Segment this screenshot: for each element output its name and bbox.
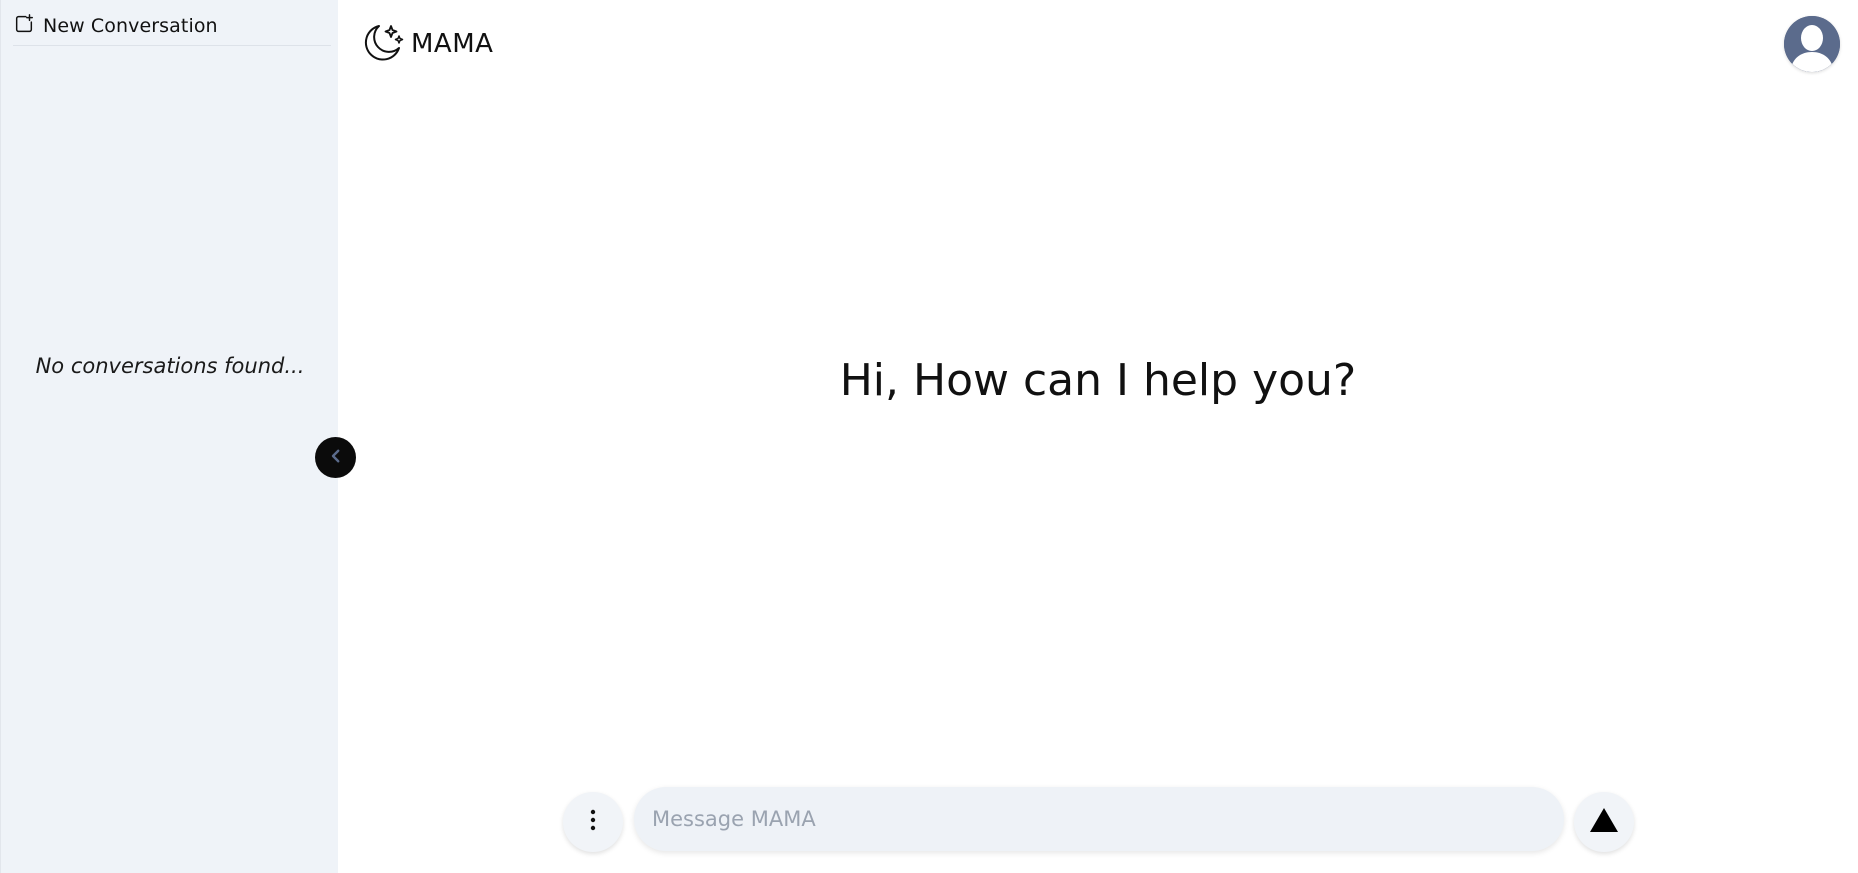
user-avatar-button[interactable] [1784,16,1840,72]
composer-options-button[interactable] [563,792,623,852]
new-conversation-icon [13,13,35,39]
triangle-up-icon [1589,807,1619,837]
app-root: New Conversation No conversations found.… [0,0,1858,873]
collapse-sidebar-button[interactable] [315,437,356,478]
vertical-dots-icon [589,809,597,835]
send-button[interactable] [1574,792,1634,852]
brand-name: MAMA [411,29,494,59]
message-input[interactable] [634,787,1564,851]
moon-sparkle-icon [361,20,405,68]
new-conversation-label: New Conversation [43,14,218,37]
empty-conversations-message: No conversations found... [35,354,305,378]
new-conversation-button[interactable]: New Conversation [13,12,331,46]
brand-logo[interactable]: MAMA [361,22,493,66]
chevron-left-icon [327,447,345,469]
greeting-text: Hi, How can I help you? [839,355,1357,406]
sidebar: New Conversation No conversations found.… [0,0,338,873]
user-avatar-icon [1784,16,1840,72]
